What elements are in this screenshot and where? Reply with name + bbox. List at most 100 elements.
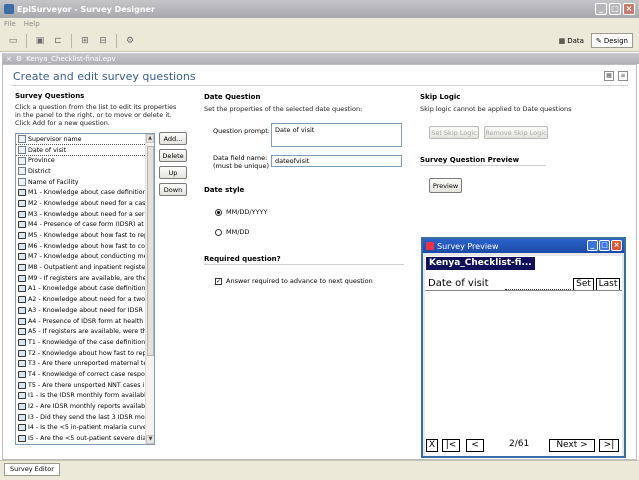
choice-field-icon: [18, 403, 26, 411]
save-icon[interactable]: ▣: [33, 34, 47, 48]
list-item[interactable]: M7 - Knowledge about conducting mea: [16, 252, 146, 263]
skip-logic-title: Skip Logic: [420, 93, 461, 101]
list-item[interactable]: M4 - Presence of case form (IDSR) at: [16, 220, 146, 231]
remove-skip-logic-button[interactable]: Remove Skip Logic: [484, 126, 548, 139]
minimize-icon[interactable]: _: [595, 3, 607, 15]
preview-close-button[interactable]: X: [426, 439, 438, 452]
scroll-thumb[interactable]: [147, 146, 154, 356]
preview-first-button[interactable]: |<: [442, 439, 460, 452]
list-item-label: Province: [28, 157, 55, 165]
window-title: EpiSurveyor - Survey Designer: [17, 4, 155, 14]
delete-question-button[interactable]: Delete: [159, 149, 187, 162]
list-item[interactable]: A3 - Knowledge about need for IDSR f: [16, 305, 146, 316]
preview-end-button[interactable]: >|: [599, 439, 619, 452]
required-checkbox-row[interactable]: ✓ Answer required to advance to next que…: [215, 277, 373, 285]
list-item[interactable]: T4 - Knowledge of correct case respor: [16, 369, 146, 380]
list-item[interactable]: A5 - If registers are available, were th: [16, 326, 146, 337]
preview-next-button[interactable]: Next >: [549, 439, 595, 452]
date-style-label-1: MM/DD/YYYY: [226, 208, 268, 216]
menu-help[interactable]: Help: [24, 20, 40, 28]
list-item[interactable]: Date of visit: [16, 143, 147, 157]
radio-selected[interactable]: [215, 208, 222, 216]
list-item[interactable]: I2 - Are IDSR monthly reports availabl: [16, 401, 146, 412]
survey-questions-title: Survey Questions: [15, 92, 85, 100]
list-item[interactable]: M9 - If registers are available, are the: [16, 273, 146, 284]
minimize-icon[interactable]: _: [587, 240, 598, 251]
preview-divider: [420, 165, 546, 166]
preview-button[interactable]: Preview: [429, 178, 462, 193]
list-item[interactable]: District: [16, 166, 146, 177]
question-prompt-label: Question prompt:: [213, 127, 270, 135]
list-item[interactable]: I5 - Are the <5 out-patient severe dia: [16, 433, 146, 444]
list-item-label: M7 - Knowledge about conducting mea: [28, 253, 146, 261]
list-item[interactable]: I1 - Is the IDSR monthly form available: [16, 391, 146, 402]
list-item[interactable]: M2 - Knowledge about need for a case: [16, 198, 146, 209]
scroll-down-icon[interactable]: ▼: [146, 435, 154, 444]
preview-question-text: Date of visit: [428, 278, 489, 289]
open-folder-icon[interactable]: ⊏: [51, 34, 65, 48]
list-item[interactable]: T3 - Are there unreported maternal te: [16, 358, 146, 369]
list-item[interactable]: M8 - Outpatient and inpatient register: [16, 262, 146, 273]
date-question-title: Date Question: [204, 93, 261, 101]
maximize-icon[interactable]: □: [599, 240, 610, 251]
import-icon[interactable]: ⊞: [78, 34, 92, 48]
scroll-up-icon[interactable]: ▲: [146, 134, 154, 143]
list-item[interactable]: Name of Facility: [16, 177, 146, 188]
question-preview-title: Survey Question Preview: [420, 156, 520, 164]
list-item[interactable]: Province: [16, 155, 146, 166]
question-prompt-input[interactable]: Date of visit: [271, 123, 402, 147]
export-icon[interactable]: ⊟: [96, 34, 110, 48]
date-style-option-2[interactable]: MM/DD: [215, 228, 249, 236]
date-style-option-1[interactable]: MM/DD/YYYY: [215, 208, 268, 216]
list-item[interactable]: M6 - Knowledge about how fast to coll: [16, 241, 146, 252]
set-skip-logic-button[interactable]: Set Skip Logic: [429, 126, 479, 139]
document-tab[interactable]: × ⚙ Kenya_Checklist-final.epv: [2, 53, 639, 64]
checkmark-icon[interactable]: ✓: [215, 277, 222, 285]
radio-unselected[interactable]: [215, 228, 222, 236]
list-item[interactable]: I4 - Is the <5 in-patient malaria curve: [16, 423, 146, 434]
list-item[interactable]: T1 - Knowledge of the case definition f: [16, 337, 146, 348]
survey-editor-tab[interactable]: Survey Editor: [4, 463, 60, 476]
choice-field-icon: [18, 349, 26, 357]
required-divider: [204, 264, 404, 265]
design-mode-button[interactable]: ✎ Design: [590, 33, 633, 48]
choice-field-icon: [18, 381, 26, 389]
move-down-button[interactable]: Down: [159, 183, 187, 196]
list-item[interactable]: A2 - Knowledge about need for a two-: [16, 294, 146, 305]
list-item[interactable]: I6 - Are weekly epidemic monitoring ca: [16, 444, 146, 445]
close-icon[interactable]: ×: [623, 3, 635, 15]
list-item[interactable]: T5 - Are there unsported NNT cases i: [16, 380, 146, 391]
close-icon[interactable]: ×: [611, 240, 622, 251]
list-item[interactable]: Supervisor name: [16, 134, 146, 145]
data-field-name-input[interactable]: dateofvisit: [271, 155, 402, 167]
list-item-label: M1 - Knowledge about case definition f: [28, 189, 146, 197]
list-item[interactable]: I3 - Did they send the last 3 IDSR mon: [16, 412, 146, 423]
choice-field-icon: [18, 221, 26, 229]
menu-file[interactable]: File: [4, 20, 16, 28]
question-list-scrollbar[interactable]: ▲ ▼: [145, 134, 154, 444]
list-item[interactable]: A4 - Presence of IDSR form at health f: [16, 316, 146, 327]
list-view-icon[interactable]: ≡: [618, 71, 628, 81]
grid-view-icon[interactable]: ▦: [604, 71, 614, 81]
list-item[interactable]: A1 - Knowledge about case definition f: [16, 284, 146, 295]
move-up-button[interactable]: Up: [159, 166, 187, 179]
data-mode-button[interactable]: ▦ Data: [554, 33, 589, 48]
preview-survey-header: Kenya_Checklist-fi...: [426, 257, 535, 270]
list-item[interactable]: T2 - Knowledge about how fast to repo: [16, 348, 146, 359]
text-field-icon: [18, 167, 26, 176]
close-tab-icon[interactable]: ×: [6, 55, 12, 63]
choice-field-icon: [18, 296, 26, 304]
settings-icon[interactable]: ⚙: [123, 34, 137, 48]
preview-prev-button[interactable]: <: [466, 439, 484, 452]
status-bar: Survey Editor: [0, 460, 639, 480]
maximize-icon[interactable]: □: [609, 3, 621, 15]
add-question-button[interactable]: Add...: [159, 132, 187, 145]
list-item[interactable]: M1 - Knowledge about case definition f: [16, 187, 146, 198]
list-item[interactable]: M5 - Knowledge about how fast to rep: [16, 230, 146, 241]
table-icon: ▦: [558, 36, 566, 45]
new-file-icon[interactable]: ▭: [6, 34, 20, 48]
window-titlebar: EpiSurveyor - Survey Designer _ □ ×: [0, 0, 639, 18]
question-list[interactable]: Supervisor name Date of visit Province Dist…: [15, 133, 155, 445]
app-icon: [4, 4, 14, 14]
list-item[interactable]: M3 - Knowledge about need for a seru: [16, 209, 146, 220]
